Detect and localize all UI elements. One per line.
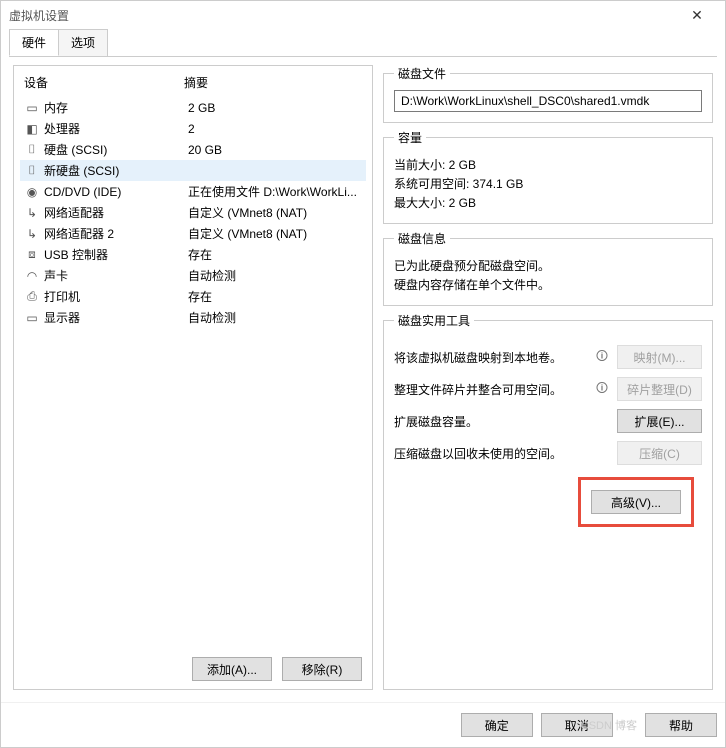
disk-file-group: 磁盘文件 D:\Work\WorkLinux\shell_DSC0\shared… [383, 65, 713, 123]
advanced-button[interactable]: 高级(V)... [591, 490, 681, 514]
expand-button[interactable]: 扩展(E)... [617, 409, 702, 433]
device-name: 声卡 [44, 267, 184, 284]
device-name: 网络适配器 [44, 204, 184, 221]
device-summary: 正在使用文件 D:\Work\WorkLi... [188, 183, 362, 200]
device-icon: ⧈ [24, 247, 40, 262]
defrag-text: 整理文件碎片并整合可用空间。 [394, 381, 587, 398]
remove-button[interactable]: 移除(R) [282, 657, 362, 681]
device-name: 打印机 [44, 288, 184, 305]
disk-file-path[interactable]: D:\Work\WorkLinux\shell_DSC0\shared1.vmd… [394, 90, 702, 112]
device-row[interactable]: ↳ 网络适配器自定义 (VMnet8 (NAT) [20, 202, 366, 223]
device-name: 处理器 [44, 120, 184, 137]
close-icon[interactable]: ✕ [677, 7, 717, 24]
device-summary: 自动检测 [188, 309, 362, 326]
device-row[interactable]: ↳ 网络适配器 2自定义 (VMnet8 (NAT) [20, 223, 366, 244]
device-panel: 设备 摘要 ▭ 内存 2 GB ◧ 处理器 2 ⌷ 硬盘 (SCSI) 20 GB ⌷ 新硬盘 (S… [13, 65, 373, 690]
device-name: 网络适配器 2 [44, 225, 184, 242]
device-name: CD/DVD (IDE) [44, 185, 184, 199]
device-summary: 2 [188, 122, 362, 136]
device-icon: ◠ [24, 269, 40, 283]
device-summary: 自动检测 [188, 267, 362, 284]
device-icon: ▭ [24, 101, 40, 115]
disk-tools-group: 磁盘实用工具 将该虚拟机磁盘映射到本地卷。 🛈 映射(M)... 整理文件碎片并… [383, 312, 713, 690]
disk-info-line2: 硬盘内容存储在单个文件中。 [394, 276, 702, 293]
device-icon: ↳ [24, 206, 40, 220]
max-size: 最大大小: 2 GB [394, 194, 702, 211]
device-row[interactable]: ⌷ 硬盘 (SCSI) 20 GB [20, 139, 366, 160]
device-name: 内存 [44, 99, 184, 116]
device-summary: 自定义 (VMnet8 (NAT) [188, 225, 362, 242]
free-space: 系统可用空间: 374.1 GB [394, 175, 702, 192]
device-summary: 存在 [188, 288, 362, 305]
device-row[interactable]: ◧ 处理器 2 [20, 118, 366, 139]
device-name: 显示器 [44, 309, 184, 326]
device-row[interactable]: ▭ 内存 2 GB [20, 97, 366, 118]
disk-info-line1: 已为此硬盘预分配磁盘空间。 [394, 257, 702, 274]
device-summary: 存在 [188, 246, 362, 263]
compact-text: 压缩磁盘以回收未使用的空间。 [394, 445, 587, 462]
device-name: 硬盘 (SCSI) [44, 141, 184, 158]
window-title: 虚拟机设置 [9, 7, 677, 24]
ok-button[interactable]: 确定 [461, 713, 533, 737]
info-icon: 🛈 [593, 379, 611, 400]
device-icon: ↳ [24, 227, 40, 241]
device-summary: 自定义 (VMnet8 (NAT) [188, 204, 362, 221]
device-summary: 20 GB [188, 143, 362, 157]
device-name: USB 控制器 [44, 246, 184, 263]
device-row[interactable]: ⎙ 打印机存在 [20, 286, 366, 307]
device-row[interactable]: ◉ CD/DVD (IDE) 正在使用文件 D:\Work\WorkLi... [20, 181, 366, 202]
device-summary: 2 GB [188, 101, 362, 115]
add-button[interactable]: 添加(A)... [192, 657, 272, 681]
defrag-button[interactable]: 碎片整理(D) [617, 377, 702, 401]
cancel-button[interactable]: 取消 [541, 713, 613, 737]
current-size: 当前大小: 2 GB [394, 156, 702, 173]
device-icon: ⌷ [24, 142, 40, 157]
device-icon: ⎙ [24, 289, 40, 304]
expand-text: 扩展磁盘容量。 [394, 413, 587, 430]
device-icon: ▭ [24, 311, 40, 325]
info-icon: 🛈 [593, 347, 611, 368]
col-summary: 摘要 [184, 74, 208, 91]
device-icon: ◧ [24, 122, 40, 136]
map-text: 将该虚拟机磁盘映射到本地卷。 [394, 349, 587, 366]
disk-info-group: 磁盘信息 已为此硬盘预分配磁盘空间。 硬盘内容存储在单个文件中。 [383, 230, 713, 306]
col-device: 设备 [24, 74, 184, 91]
tab-hardware[interactable]: 硬件 [9, 29, 59, 56]
device-name: 新硬盘 (SCSI) [44, 162, 184, 179]
device-icon: ⌷ [24, 163, 40, 178]
tab-options[interactable]: 选项 [58, 29, 108, 56]
device-icon: ◉ [24, 185, 40, 199]
help-button[interactable]: 帮助 [645, 713, 717, 737]
disk-file-legend: 磁盘文件 [394, 65, 450, 82]
disk-tools-legend: 磁盘实用工具 [394, 312, 474, 329]
capacity-group: 容量 当前大小: 2 GB 系统可用空间: 374.1 GB 最大大小: 2 G… [383, 129, 713, 224]
device-row[interactable]: ◠ 声卡自动检测 [20, 265, 366, 286]
device-row[interactable]: ⌷ 新硬盘 (SCSI) [20, 160, 366, 181]
map-button[interactable]: 映射(M)... [617, 345, 702, 369]
device-row[interactable]: ⧈ USB 控制器存在 [20, 244, 366, 265]
advanced-highlight: 高级(V)... [578, 477, 694, 527]
device-row[interactable]: ▭ 显示器自动检测 [20, 307, 366, 328]
capacity-legend: 容量 [394, 129, 426, 146]
disk-info-legend: 磁盘信息 [394, 230, 450, 247]
device-list[interactable]: ▭ 内存 2 GB ◧ 处理器 2 ⌷ 硬盘 (SCSI) 20 GB ⌷ 新硬盘 (SCSI) ◉ C… [20, 97, 366, 651]
compact-button[interactable]: 压缩(C) [617, 441, 702, 465]
